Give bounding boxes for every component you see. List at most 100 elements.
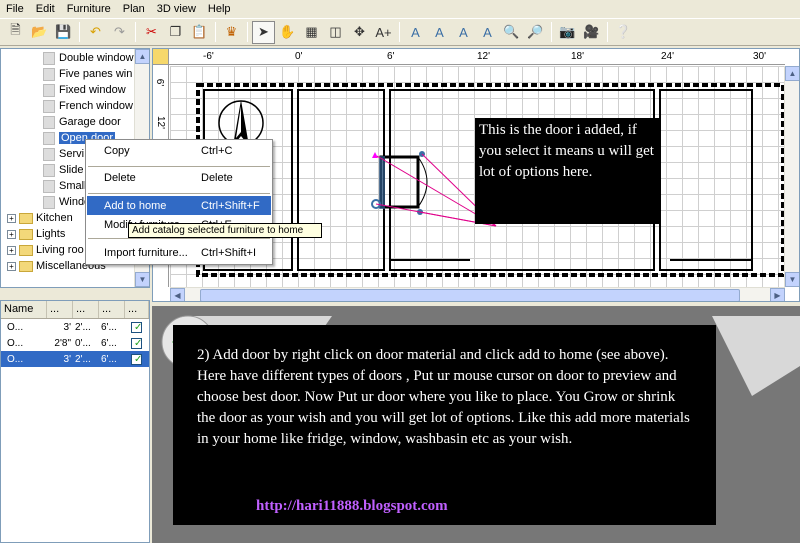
pan-hand-icon[interactable]: ✋ — [276, 21, 299, 44]
add-text-icon[interactable]: A+ — [372, 21, 395, 44]
cell-height: 6'... — [101, 353, 117, 365]
column-header[interactable]: ... — [47, 301, 73, 318]
tree-item[interactable]: Five panes win — [43, 66, 132, 82]
door-thumb-icon — [43, 115, 55, 129]
redo-icon[interactable]: ↷ — [108, 21, 131, 44]
door-thumb-icon — [43, 163, 55, 177]
tree-item[interactable]: Servi — [43, 146, 84, 162]
save-icon[interactable]: 💾 — [52, 21, 75, 44]
create-rooms-icon[interactable]: ◫ — [324, 21, 347, 44]
tree-category-label: Kitchen — [36, 212, 73, 224]
tree-category[interactable]: + Lights — [7, 226, 65, 242]
help-icon[interactable]: ❔ — [612, 21, 635, 44]
table-header: Name ... ... ... ... — [1, 301, 149, 319]
undo-icon[interactable]: ↶ — [84, 21, 107, 44]
text-style-c-icon[interactable]: A — [452, 21, 475, 44]
horizontal-splitter[interactable] — [0, 289, 150, 299]
open-folder-icon[interactable]: 📂 — [28, 21, 51, 44]
tree-category[interactable]: + Kitchen — [7, 210, 73, 226]
scroll-up-icon[interactable]: ▲ — [785, 66, 799, 81]
column-header[interactable]: ... — [99, 301, 125, 318]
tree-item-label: Garage door — [59, 116, 121, 128]
column-header-name[interactable]: Name — [1, 301, 47, 318]
scroll-right-icon[interactable]: ▶ — [770, 288, 785, 301]
window-thumb-icon — [43, 99, 55, 113]
menu-file[interactable]: File — [0, 0, 30, 18]
visible-checkbox[interactable]: ✓ — [131, 353, 142, 365]
window-thumb-icon — [43, 51, 55, 65]
tree-item[interactable]: Fixed window — [43, 82, 126, 98]
tree-item[interactable]: Slide — [43, 162, 83, 178]
menu-plan[interactable]: Plan — [117, 0, 151, 18]
tree-item[interactable]: Double window — [43, 50, 134, 66]
text-style-d-icon[interactable]: A — [476, 21, 499, 44]
menu-separator — [88, 193, 270, 194]
annotation-note-door: This is the door i added, if you select … — [475, 118, 661, 224]
cell-name: O... — [7, 337, 24, 349]
scroll-up-icon[interactable]: ▲ — [135, 49, 149, 64]
menu-item-delete[interactable]: Delete Delete — [87, 168, 271, 187]
ruler-label: 12' — [155, 115, 167, 130]
table-row[interactable]: O... 3' 2'... 6'... ✓ — [1, 319, 149, 335]
ruler-label: 0' — [295, 51, 303, 62]
folder-icon — [19, 260, 33, 272]
scroll-left-icon[interactable]: ◀ — [170, 288, 185, 301]
menu-item-import-furniture[interactable]: Import furniture... Ctrl+Shift+I — [87, 243, 271, 262]
zoom-out-icon[interactable]: 🔎 — [524, 21, 547, 44]
tree-item-label: Double window — [59, 52, 134, 64]
instructions-text: 2) Add door by right click on door mater… — [197, 347, 690, 447]
tree-item[interactable]: Small — [43, 178, 87, 194]
scroll-down-icon[interactable]: ▼ — [785, 272, 799, 287]
tree-item[interactable]: Garage door — [43, 114, 121, 130]
tree-item[interactable]: French window — [43, 98, 133, 114]
tooltip: Add catalog selected furniture to home — [128, 223, 322, 238]
text-style-b-icon[interactable]: A — [428, 21, 451, 44]
cell-width: 3' — [63, 321, 71, 333]
menu-furniture[interactable]: Furniture — [61, 0, 117, 18]
menu-item-copy[interactable]: Copy Ctrl+C — [87, 141, 271, 160]
toolbar-separator — [551, 22, 552, 42]
window-thumb-icon — [43, 179, 55, 193]
menu-item-add-to-home[interactable]: Add to home Ctrl+Shift+F — [87, 196, 271, 215]
column-header[interactable]: ... — [73, 301, 99, 318]
door-symbol — [371, 151, 428, 215]
copy-icon[interactable]: ❐ — [164, 21, 187, 44]
toolbar-separator — [135, 22, 136, 42]
visible-checkbox[interactable]: ✓ — [131, 321, 142, 333]
video-icon[interactable]: 🎥 — [580, 21, 603, 44]
ruler-label: 6' — [387, 51, 395, 62]
menu-3d-view[interactable]: 3D view — [151, 0, 202, 18]
add-furniture-icon[interactable]: ♛ — [220, 21, 243, 44]
menu-edit[interactable]: Edit — [30, 0, 61, 18]
menu-help[interactable]: Help — [202, 0, 237, 18]
cell-width: 3' — [63, 353, 71, 365]
ruler-corner — [153, 49, 169, 65]
folder-icon — [19, 228, 33, 240]
visible-checkbox[interactable]: ✓ — [131, 337, 142, 349]
expand-icon[interactable]: + — [7, 229, 16, 239]
zoom-in-icon[interactable]: 🔍 — [500, 21, 523, 44]
scroll-down-icon[interactable]: ▼ — [135, 272, 149, 287]
text-style-a-icon[interactable]: A — [404, 21, 427, 44]
table-row[interactable]: O... 2'8" 0'... 6'... ✓ — [1, 335, 149, 351]
tree-item[interactable]: Windo — [43, 194, 90, 210]
column-header[interactable]: ... — [125, 301, 149, 318]
create-dimensions-icon[interactable]: ✥ — [348, 21, 371, 44]
cell-depth: 2'... — [75, 353, 91, 365]
cut-icon[interactable]: ✂ — [140, 21, 163, 44]
create-walls-icon[interactable]: ▦ — [300, 21, 323, 44]
new-file-icon[interactable]: 🗎 — [4, 21, 27, 44]
select-arrow-icon[interactable]: ➤ — [252, 20, 275, 44]
toolbar-separator — [247, 22, 248, 42]
expand-icon[interactable]: + — [7, 261, 16, 271]
table-row-selected[interactable]: O... 3' 2'... 6'... ✓ — [1, 351, 149, 367]
expand-icon[interactable]: + — [7, 245, 16, 255]
paste-icon[interactable]: 📋 — [188, 21, 211, 44]
expand-icon[interactable]: + — [7, 213, 16, 223]
plan-horizontal-scrollbar[interactable]: ◀ ▶ — [170, 287, 785, 301]
tree-category[interactable]: + Living roo — [7, 242, 84, 258]
scroll-thumb[interactable] — [200, 289, 740, 301]
plan-vertical-scrollbar[interactable]: ▲ ▼ — [784, 66, 799, 287]
photo-camera-icon[interactable]: 📷 — [556, 21, 579, 44]
tree-category-label: Living roo — [36, 244, 84, 256]
